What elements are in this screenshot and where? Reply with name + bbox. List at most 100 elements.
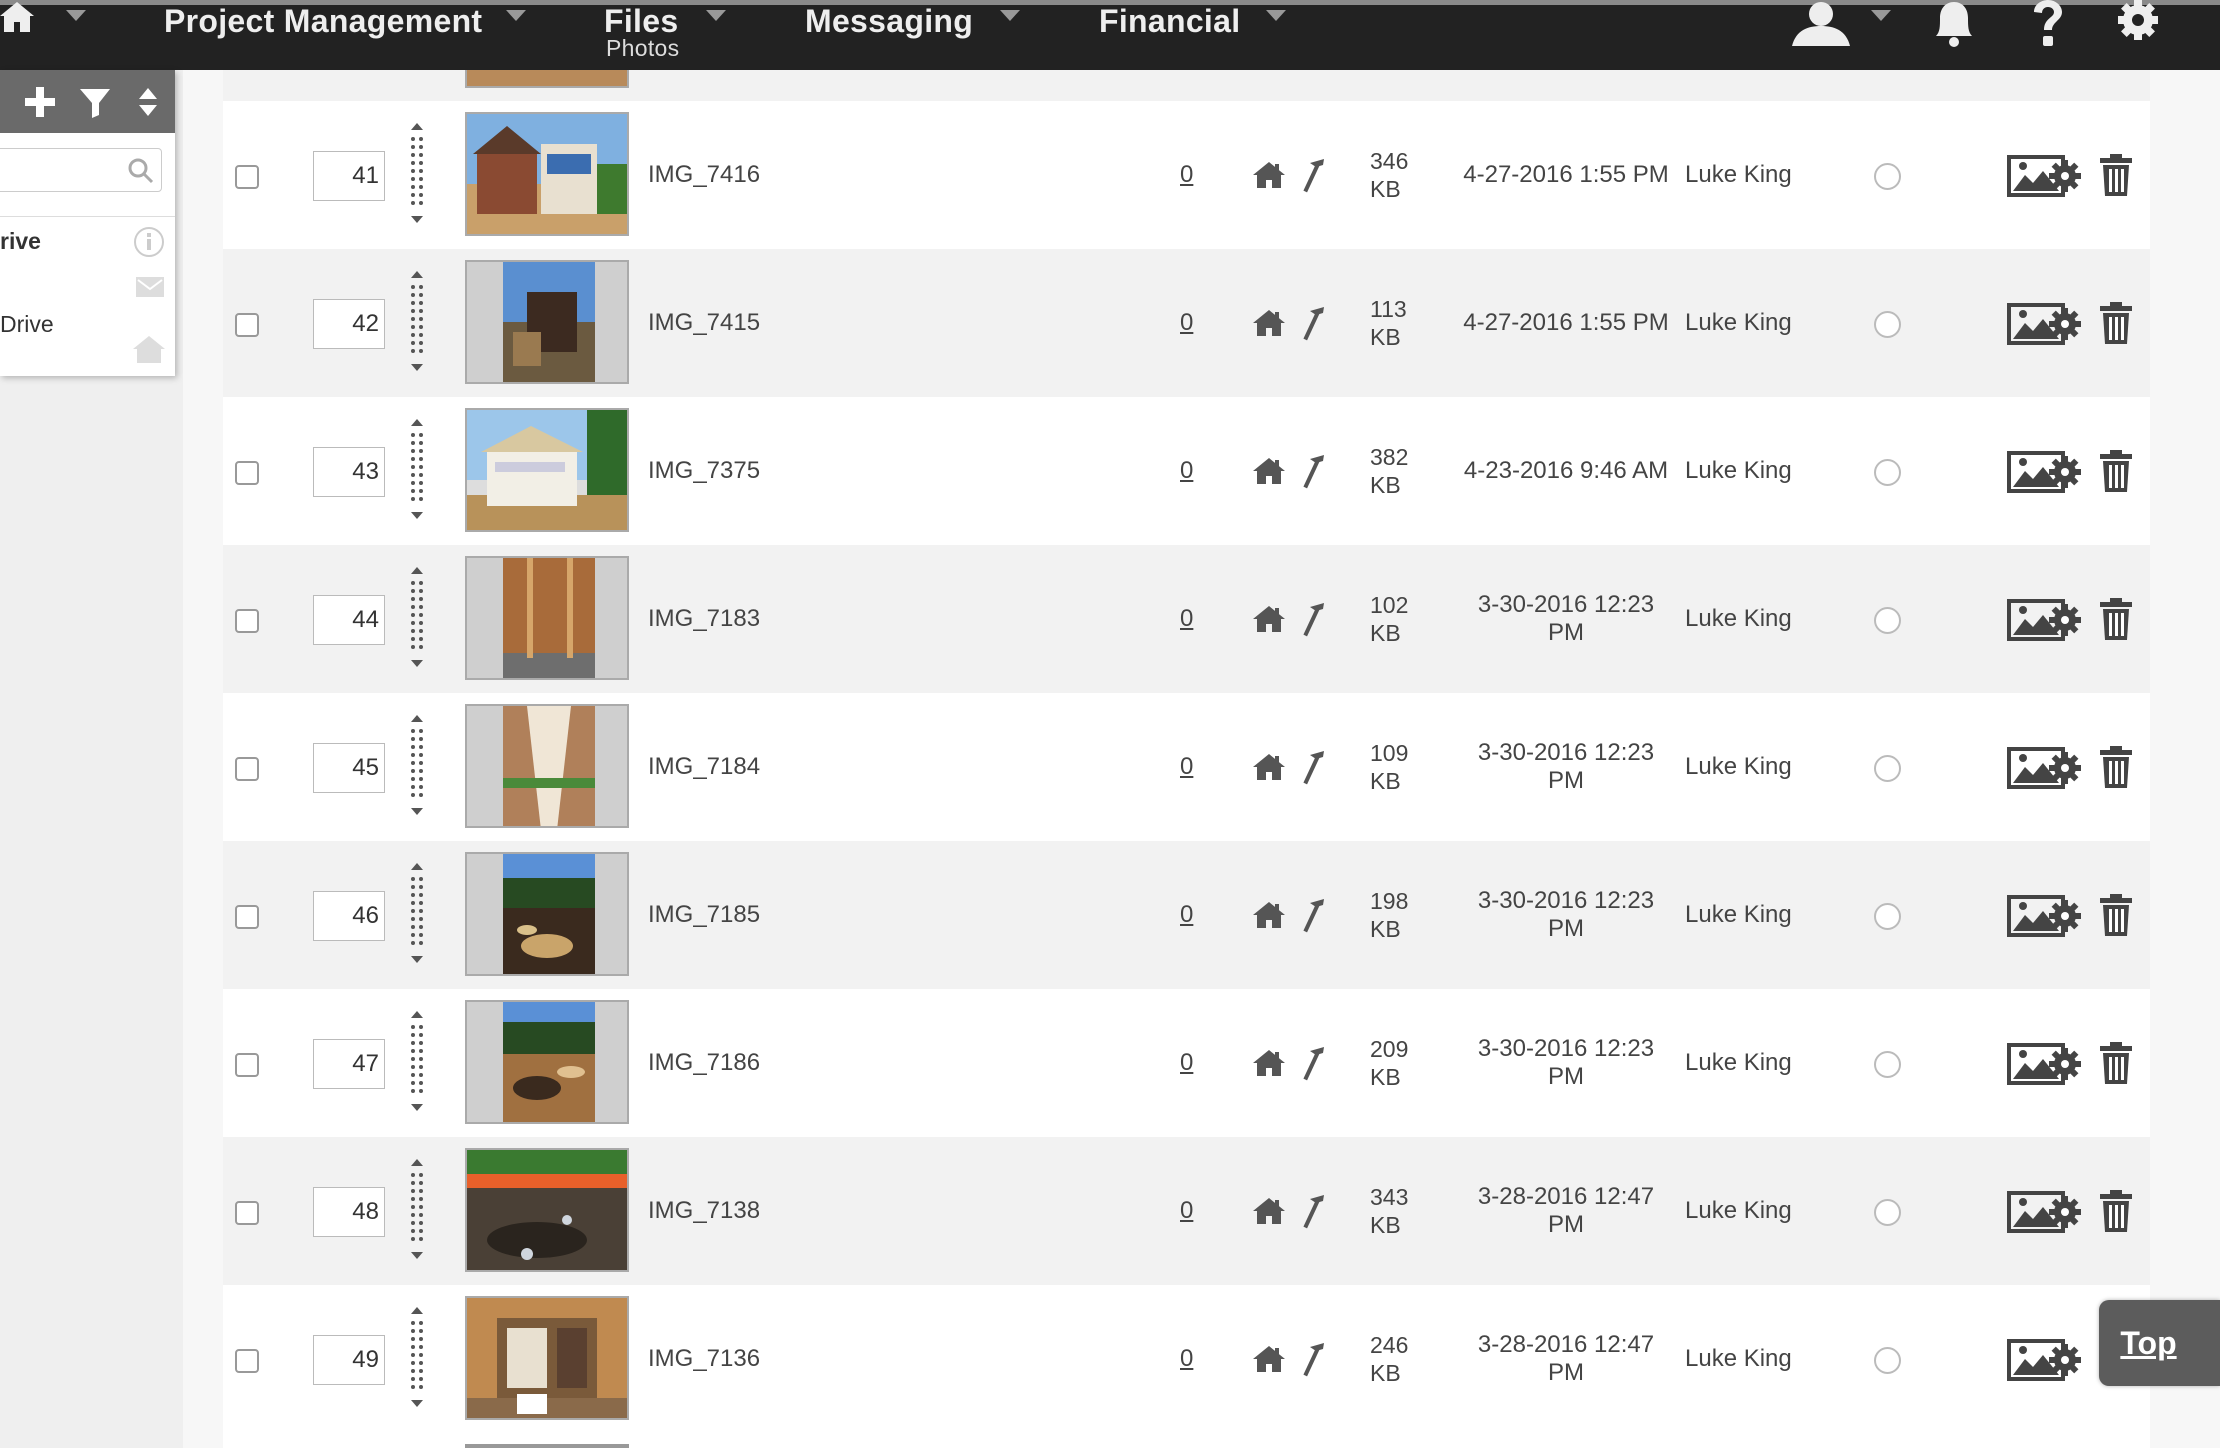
cover-photo-radio[interactable]: [1874, 607, 1901, 634]
drag-handle-icon[interactable]: [408, 123, 426, 228]
image-settings-icon[interactable]: [2007, 1041, 2083, 1092]
sort-order-input[interactable]: 42: [313, 299, 385, 349]
row-select-checkbox[interactable]: [235, 609, 259, 633]
photo-thumbnail[interactable]: [465, 408, 629, 532]
home-icon[interactable]: [133, 334, 165, 369]
file-name[interactable]: IMG_7185: [648, 901, 760, 929]
image-settings-icon[interactable]: [2007, 153, 2083, 204]
drag-handle-icon[interactable]: [408, 419, 426, 524]
chevron-down-icon[interactable]: [1871, 10, 1891, 21]
file-name[interactable]: IMG_7415: [648, 309, 760, 337]
drag-handle-icon[interactable]: [408, 1159, 426, 1264]
hammer-icon[interactable]: [1296, 601, 1326, 642]
comment-count-link[interactable]: 0: [1180, 753, 1193, 781]
settings-gear-icon[interactable]: [2110, 0, 2166, 53]
home-icon[interactable]: [1253, 1345, 1285, 1378]
image-settings-icon[interactable]: [2007, 745, 2083, 796]
photo-thumbnail[interactable]: [465, 704, 629, 828]
chevron-down-icon[interactable]: [506, 10, 526, 21]
user-icon[interactable]: [1788, 0, 1854, 55]
hammer-icon[interactable]: [1296, 749, 1326, 790]
side-search-input[interactable]: [0, 148, 162, 192]
sort-order-input[interactable]: 46: [313, 891, 385, 941]
sort-order-input[interactable]: 48: [313, 1187, 385, 1237]
trash-icon[interactable]: [2098, 745, 2134, 794]
cover-photo-radio[interactable]: [1874, 903, 1901, 930]
sort-order-input[interactable]: 49: [313, 1335, 385, 1385]
home-dropdown-caret-icon[interactable]: [66, 10, 86, 21]
trash-icon[interactable]: [2098, 449, 2134, 498]
help-icon[interactable]: [2030, 0, 2064, 55]
trash-icon[interactable]: [2098, 1189, 2134, 1238]
home-icon[interactable]: [1253, 457, 1285, 490]
search-icon[interactable]: [127, 157, 155, 190]
cover-photo-radio[interactable]: [1874, 311, 1901, 338]
home-icon[interactable]: [1253, 1197, 1285, 1230]
scroll-to-top-button[interactable]: Top: [2099, 1300, 2220, 1386]
row-select-checkbox[interactable]: [235, 1349, 259, 1373]
cover-photo-radio[interactable]: [1874, 1051, 1901, 1078]
chevron-down-icon[interactable]: [1000, 10, 1020, 21]
trash-icon[interactable]: [2098, 153, 2134, 202]
drag-handle-icon[interactable]: [408, 271, 426, 376]
row-select-checkbox[interactable]: [235, 313, 259, 337]
file-name[interactable]: IMG_7186: [648, 1049, 760, 1077]
mail-icon[interactable]: [135, 276, 165, 303]
home-icon[interactable]: [1253, 901, 1285, 934]
comment-count-link[interactable]: 0: [1180, 1345, 1193, 1373]
file-name[interactable]: IMG_7184: [648, 753, 760, 781]
row-select-checkbox[interactable]: [235, 165, 259, 189]
filter-icon[interactable]: [75, 82, 115, 122]
image-settings-icon[interactable]: [2007, 301, 2083, 352]
home-icon[interactable]: [1253, 605, 1285, 638]
hammer-icon[interactable]: [1296, 157, 1326, 198]
sort-icon[interactable]: [128, 82, 168, 122]
image-settings-icon[interactable]: [2007, 1189, 2083, 1240]
comment-count-link[interactable]: 0: [1180, 1049, 1193, 1077]
photo-thumbnail[interactable]: [465, 70, 629, 88]
cover-photo-radio[interactable]: [1874, 1199, 1901, 1226]
side-item-drive-label-2[interactable]: Drive: [0, 311, 54, 338]
sort-order-input[interactable]: 44: [313, 595, 385, 645]
cover-photo-radio[interactable]: [1874, 163, 1901, 190]
image-settings-icon[interactable]: [2007, 449, 2083, 500]
image-settings-icon[interactable]: [2007, 893, 2083, 944]
hammer-icon[interactable]: [1296, 453, 1326, 494]
image-settings-icon[interactable]: [2007, 597, 2083, 648]
comment-count-link[interactable]: 0: [1180, 161, 1193, 189]
comment-count-link[interactable]: 0: [1180, 1197, 1193, 1225]
photo-thumbnail[interactable]: [465, 1000, 629, 1124]
home-icon[interactable]: [1253, 1049, 1285, 1082]
add-icon[interactable]: [20, 82, 60, 122]
trash-icon[interactable]: [2098, 893, 2134, 942]
sort-order-input[interactable]: 41: [313, 151, 385, 201]
cover-photo-radio[interactable]: [1874, 755, 1901, 782]
photo-thumbnail[interactable]: [465, 1296, 629, 1420]
trash-icon[interactable]: [2098, 597, 2134, 646]
row-select-checkbox[interactable]: [235, 905, 259, 929]
home-icon[interactable]: [0, 0, 34, 39]
sort-order-input[interactable]: 45: [313, 743, 385, 793]
chevron-down-icon[interactable]: [1266, 10, 1286, 21]
photo-thumbnail[interactable]: [465, 852, 629, 976]
photo-thumbnail[interactable]: [465, 556, 629, 680]
comment-count-link[interactable]: 0: [1180, 605, 1193, 633]
hammer-icon[interactable]: [1296, 1341, 1326, 1382]
file-name[interactable]: IMG_7183: [648, 605, 760, 633]
side-item-drive-label[interactable]: rive: [0, 228, 41, 255]
comment-count-link[interactable]: 0: [1180, 309, 1193, 337]
file-name[interactable]: IMG_7138: [648, 1197, 760, 1225]
hammer-icon[interactable]: [1296, 305, 1326, 346]
photo-thumbnail[interactable]: [465, 112, 629, 236]
info-icon[interactable]: [133, 226, 165, 263]
drag-handle-icon[interactable]: [408, 1011, 426, 1116]
drag-handle-icon[interactable]: [408, 567, 426, 672]
row-select-checkbox[interactable]: [235, 757, 259, 781]
home-icon[interactable]: [1253, 753, 1285, 786]
row-select-checkbox[interactable]: [235, 461, 259, 485]
file-name[interactable]: IMG_7416: [648, 161, 760, 189]
bell-icon[interactable]: [1926, 0, 1982, 53]
hammer-icon[interactable]: [1296, 1193, 1326, 1234]
sort-order-input[interactable]: 43: [313, 447, 385, 497]
photo-thumbnail[interactable]: [465, 1444, 629, 1448]
